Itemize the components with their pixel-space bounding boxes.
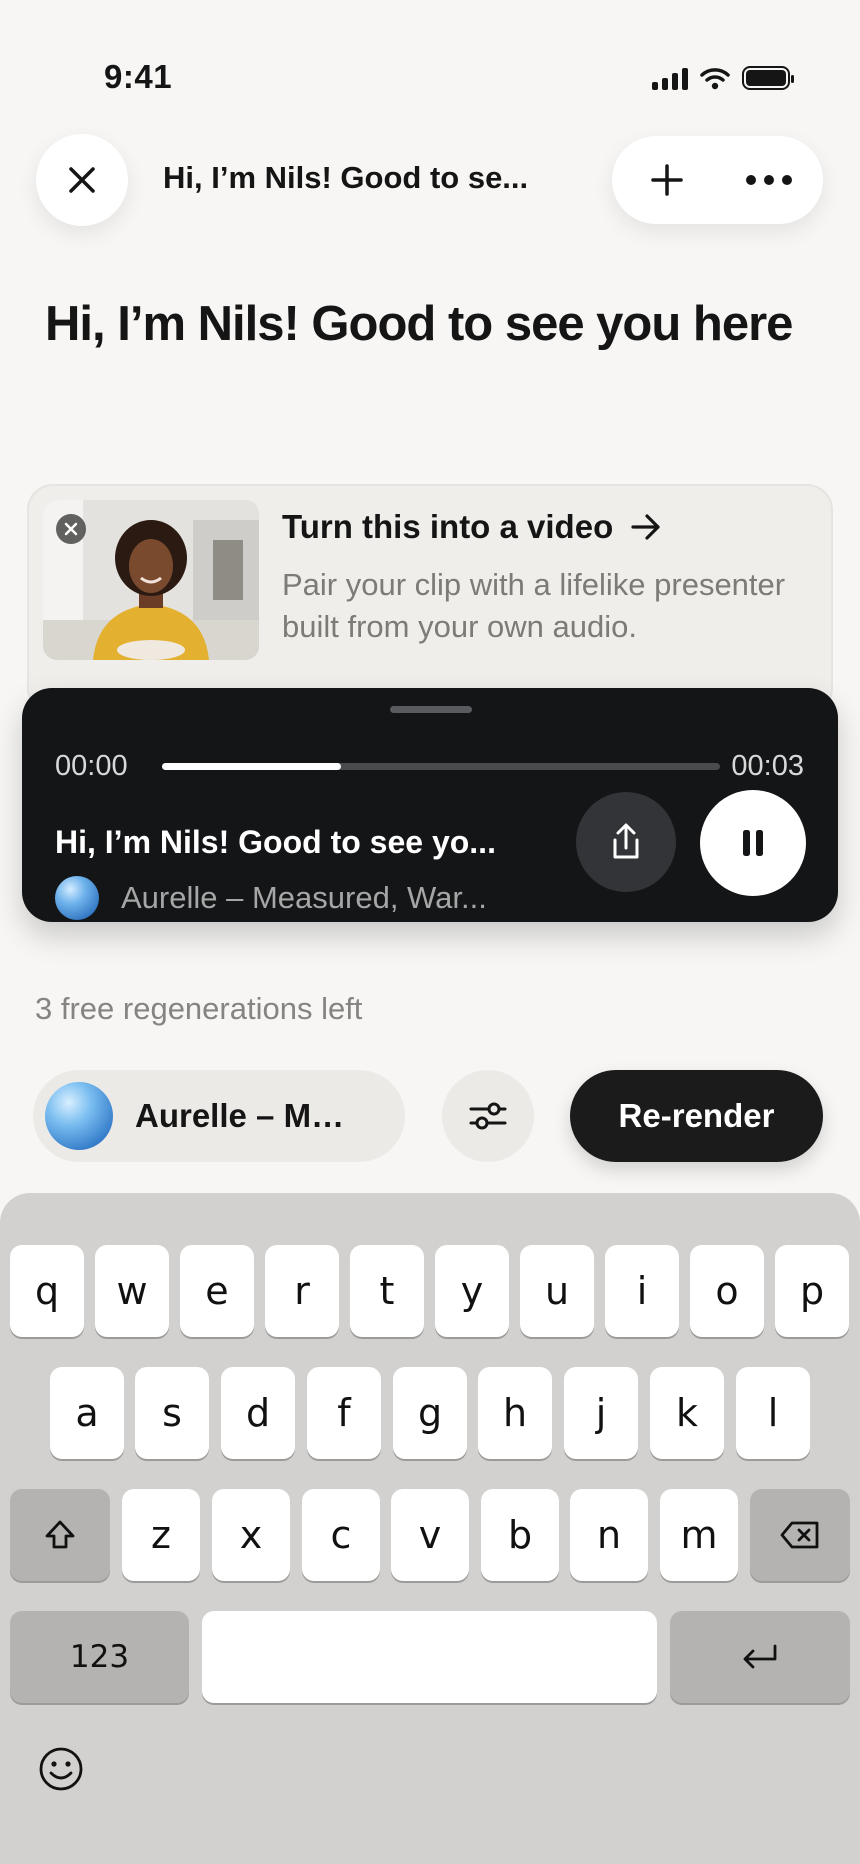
arrow-right-icon <box>631 514 660 540</box>
key-n[interactable]: n <box>570 1489 648 1581</box>
player-voice-label: Aurelle – Measured, War... <box>121 880 487 915</box>
player-title: Hi, I’m Nils! Good to see yo... <box>55 824 496 860</box>
share-button[interactable] <box>576 792 676 892</box>
status-time: 9:41 <box>104 58 173 95</box>
pause-button[interactable] <box>700 790 806 896</box>
key-h[interactable]: h <box>478 1367 552 1459</box>
video-promo-card[interactable]: Turn this into a video Pair your clip wi… <box>27 484 833 714</box>
close-button[interactable] <box>36 134 128 226</box>
regenerations-remaining: 3 free regenerations left <box>35 991 363 1026</box>
key-l[interactable]: l <box>736 1367 810 1459</box>
progress-bar[interactable] <box>162 763 720 770</box>
more-button[interactable] <box>745 174 793 186</box>
key-c[interactable]: c <box>302 1489 380 1581</box>
backspace-icon <box>780 1521 819 1549</box>
key-t[interactable]: t <box>350 1245 424 1337</box>
pause-icon <box>743 830 763 856</box>
space-key[interactable] <box>202 1611 657 1703</box>
voice-avatar <box>55 876 99 920</box>
presenter-thumbnail <box>43 500 259 660</box>
current-time: 00:00 <box>55 750 128 782</box>
key-k[interactable]: k <box>650 1367 724 1459</box>
audio-player: 00:00 00:03 Hi, I’m Nils! Good to see yo… <box>22 688 838 922</box>
key-i[interactable]: i <box>605 1245 679 1337</box>
key-j[interactable]: j <box>564 1367 638 1459</box>
voice-avatar <box>45 1082 113 1150</box>
plus-icon <box>651 164 683 196</box>
close-icon <box>69 167 95 193</box>
key-s[interactable]: s <box>135 1367 209 1459</box>
battery-icon <box>742 66 794 90</box>
shift-key[interactable] <box>10 1489 110 1581</box>
header-title: Hi, I’m Nils! Good to se... <box>163 160 529 195</box>
numbers-key[interactable]: 123 <box>10 1611 189 1703</box>
key-x[interactable]: x <box>212 1489 290 1581</box>
key-e[interactable]: e <box>180 1245 254 1337</box>
voice-selector[interactable]: Aurelle – Me... <box>33 1070 405 1162</box>
key-u[interactable]: u <box>520 1245 594 1337</box>
header-actions <box>612 136 823 224</box>
key-q[interactable]: q <box>10 1245 84 1337</box>
wifi-icon <box>700 68 730 90</box>
sliders-icon <box>469 1102 507 1130</box>
return-icon <box>743 1644 777 1669</box>
key-b[interactable]: b <box>481 1489 559 1581</box>
emoji-button[interactable] <box>38 1746 84 1797</box>
key-d[interactable]: d <box>221 1367 295 1459</box>
key-p[interactable]: p <box>775 1245 849 1337</box>
progress-fill <box>162 763 341 770</box>
promo-title-label: Turn this into a video <box>282 508 614 545</box>
backspace-key[interactable] <box>750 1489 850 1581</box>
rerender-button[interactable]: Re-render <box>570 1070 823 1162</box>
emoji-icon <box>39 1747 83 1791</box>
key-g[interactable]: g <box>393 1367 467 1459</box>
shift-icon <box>45 1520 75 1549</box>
key-f[interactable]: f <box>307 1367 381 1459</box>
key-y[interactable]: y <box>435 1245 509 1337</box>
return-key[interactable] <box>670 1611 850 1703</box>
voice-settings-button[interactable] <box>442 1070 534 1162</box>
promo-title[interactable]: Turn this into a video <box>282 508 661 546</box>
cellular-signal-icon <box>652 66 688 90</box>
share-icon <box>613 823 639 859</box>
promo-description: Pair your clip with a lifelike presenter… <box>282 567 786 644</box>
key-z[interactable]: z <box>122 1489 200 1581</box>
total-time: 00:03 <box>731 750 804 782</box>
key-o[interactable]: o <box>690 1245 764 1337</box>
drag-handle[interactable] <box>390 706 472 713</box>
key-w[interactable]: w <box>95 1245 169 1337</box>
dismiss-thumbnail-button[interactable] <box>56 514 86 544</box>
player-voice: Aurelle – Measured, War... <box>55 876 491 920</box>
key-r[interactable]: r <box>265 1245 339 1337</box>
key-v[interactable]: v <box>391 1489 469 1581</box>
key-m[interactable]: m <box>660 1489 738 1581</box>
close-icon <box>64 522 78 536</box>
key-a[interactable]: a <box>50 1367 124 1459</box>
status-icons <box>652 66 794 90</box>
add-button[interactable] <box>650 163 684 197</box>
ellipsis-icon <box>746 175 792 185</box>
page-title: Hi, I’m Nils! Good to see you here <box>45 297 793 351</box>
voice-selector-label: Aurelle – Me... <box>135 1097 355 1134</box>
